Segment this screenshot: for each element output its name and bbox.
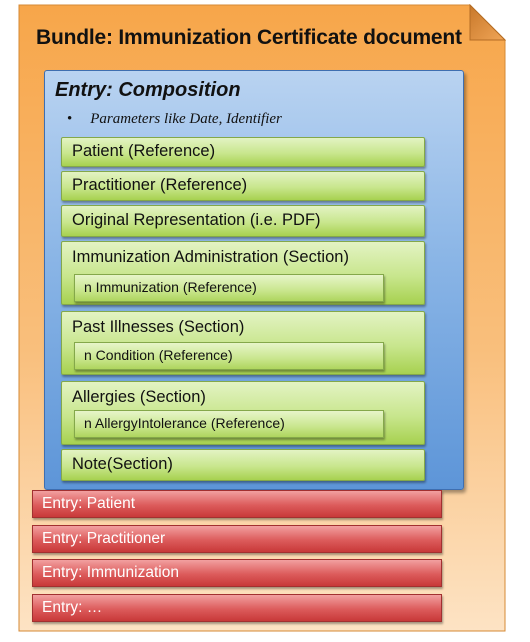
bullet-icon: • xyxy=(67,111,73,127)
past-illnesses-section: Past Illnesses (Section) n Condition (Re… xyxy=(61,311,425,375)
original-representation-box: Original Representation (i.e. PDF) xyxy=(61,205,425,237)
entry-more-box: Entry: … xyxy=(32,594,442,622)
condition-reference-label: n Condition (Reference) xyxy=(84,347,233,363)
bundle-title: Bundle: Immunization Certificate documen… xyxy=(36,26,462,49)
condition-reference-box: n Condition (Reference) xyxy=(74,342,384,370)
original-representation-label: Original Representation (i.e. PDF) xyxy=(72,211,321,229)
immunization-reference-box: n Immunization (Reference) xyxy=(74,274,384,302)
entry-more-label: Entry: … xyxy=(42,599,103,616)
allergy-intolerance-reference-box: n AllergyIntolerance (Reference) xyxy=(74,410,384,438)
immunization-administration-label: Immunization Administration (Section) xyxy=(72,248,349,266)
allergies-section: Allergies (Section) n AllergyIntolerance… xyxy=(61,381,425,445)
past-illnesses-label: Past Illnesses (Section) xyxy=(72,318,245,336)
composition-parameters-text: Parameters like Date, Identifier xyxy=(90,111,282,127)
composition-title: Entry: Composition xyxy=(55,79,241,101)
entry-patient-box: Entry: Patient xyxy=(32,490,442,518)
entry-patient-label: Entry: Patient xyxy=(42,495,136,512)
note-section-box: Note(Section) xyxy=(61,449,425,481)
allergies-label: Allergies (Section) xyxy=(72,388,206,406)
immunization-administration-section: Immunization Administration (Section) n … xyxy=(61,241,425,305)
patient-reference-label: Patient (Reference) xyxy=(72,142,216,160)
note-section-label: Note(Section) xyxy=(72,455,173,473)
practitioner-reference-box: Practitioner (Reference) xyxy=(61,171,425,201)
composition-entry: Entry: Composition • Parameters like Date… xyxy=(44,70,464,490)
composition-parameters: • Parameters like Date, Identifier xyxy=(67,111,282,128)
allergy-intolerance-reference-label: n AllergyIntolerance (Reference) xyxy=(84,415,285,431)
entry-practitioner-label: Entry: Practitioner xyxy=(42,530,166,547)
entry-immunization-box: Entry: Immunization xyxy=(32,559,442,587)
patient-reference-box: Patient (Reference) xyxy=(61,137,425,167)
practitioner-reference-label: Practitioner (Reference) xyxy=(72,176,248,194)
entry-immunization-label: Entry: Immunization xyxy=(42,564,179,581)
immunization-reference-label: n Immunization (Reference) xyxy=(84,279,257,295)
entry-practitioner-box: Entry: Practitioner xyxy=(32,525,442,553)
bundle-document: Bundle: Immunization Certificate documen… xyxy=(18,4,506,632)
